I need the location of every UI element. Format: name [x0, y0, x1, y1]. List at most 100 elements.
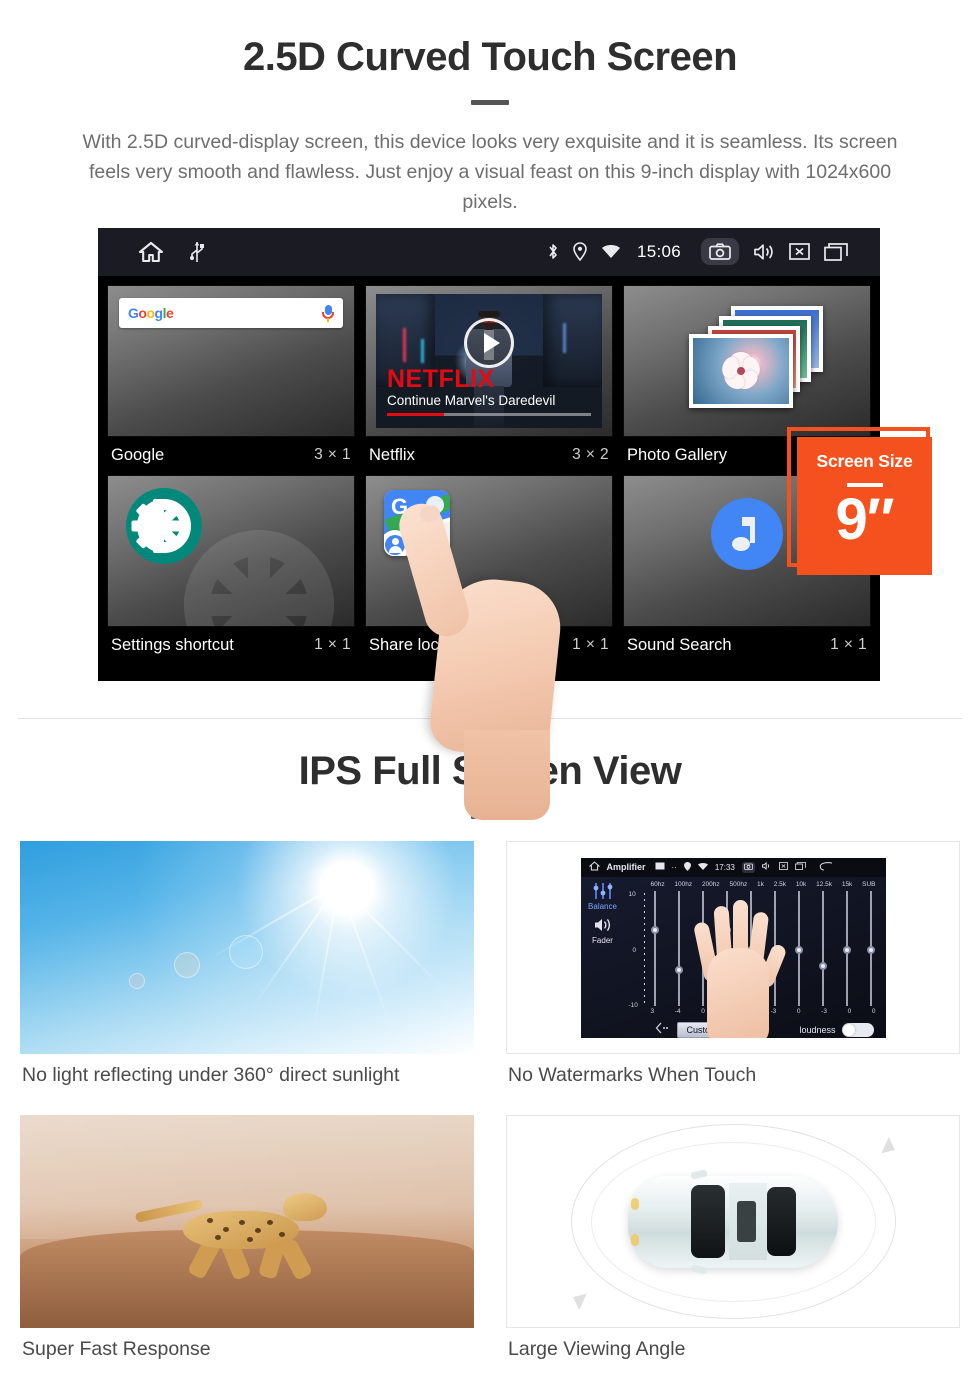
feature-card: Large Viewing Angle	[506, 1115, 960, 1375]
band-value: -4	[674, 1007, 681, 1015]
prev-preset-icon[interactable]	[655, 1021, 669, 1038]
camera-icon[interactable]	[741, 861, 755, 873]
amplifier-screen: Amplifier ·· 17:33 Balance Fader 60hz 10…	[580, 857, 886, 1038]
blue-sky-sun-image	[20, 841, 474, 1054]
volume-icon[interactable]	[753, 243, 775, 261]
netflix-widget[interactable]: NETFLIX Continue Marvel's Daredevil	[365, 284, 613, 437]
recents-icon[interactable]	[794, 862, 806, 872]
band-label: 10k	[795, 880, 807, 888]
section-title: IPS Full Screen View	[298, 749, 682, 793]
widget-size: 1 × 1	[830, 636, 867, 654]
page-title: 2.5D Curved Touch Screen	[242, 35, 738, 79]
cheetah-figure	[134, 1187, 347, 1282]
loudness-label: loudness	[799, 1024, 836, 1035]
widget-name: Google	[111, 445, 165, 464]
ips-full-screen-section: IPS Full Screen View No light reflecting…	[0, 748, 980, 1375]
home-icon[interactable]	[588, 861, 600, 873]
eq-slider[interactable]	[819, 890, 828, 1006]
tab-fader[interactable]: Fader	[581, 936, 625, 945]
amplifier-equalizer-screenshot: Amplifier ·· 17:33 Balance Fader 60hz 10…	[506, 841, 960, 1054]
play-button[interactable]	[464, 318, 514, 369]
eq-slider[interactable]	[867, 890, 876, 1006]
status-time: 15:06	[636, 241, 681, 261]
tab-balance[interactable]: Balance	[581, 902, 625, 911]
bluetooth-icon[interactable]	[547, 242, 559, 261]
widget-cell-settings[interactable]: Settings shortcut 1 × 1	[107, 474, 355, 665]
widget-caption: Share location 1 × 1	[365, 626, 613, 665]
settings-gear-icon[interactable]	[126, 487, 202, 564]
feature-caption: No light reflecting under 360° direct su…	[22, 1064, 400, 1086]
feature-card: Super Fast Response	[20, 1115, 474, 1375]
netflix-continue-title: Continue Marvel's Daredevil	[387, 392, 556, 408]
location-icon[interactable]	[683, 861, 691, 873]
widget-name: Share location	[369, 635, 475, 654]
microphone-icon[interactable]	[322, 304, 334, 322]
car-top-view-image	[506, 1115, 960, 1328]
speaker-icon[interactable]	[592, 918, 614, 935]
wifi-icon[interactable]	[601, 244, 621, 259]
band-label: 60hz	[650, 880, 665, 888]
feature-caption: Large Viewing Angle	[508, 1338, 686, 1360]
band-label: 12.5k	[816, 880, 833, 888]
band-value: -3	[821, 1007, 827, 1015]
google-logo: Google	[128, 304, 174, 321]
widget-cell-netflix[interactable]: NETFLIX Continue Marvel's Daredevil Netf…	[365, 284, 613, 475]
widget-name: Netflix	[369, 445, 415, 464]
widget-size: 3 × 1	[314, 446, 351, 464]
title-underline	[471, 814, 509, 819]
settings-shortcut-widget[interactable]	[107, 474, 355, 627]
android-screen: 15:06 Google Google 3 × 1 NETFLIX Contin…	[98, 227, 880, 681]
eq-slider[interactable]	[675, 890, 684, 1006]
widget-size: 1 × 1	[572, 636, 609, 654]
band-label: 500hz	[729, 880, 748, 888]
camera-icon[interactable]	[701, 238, 739, 266]
curved-touch-screen-section: 2.5D Curved Touch Screen With 2.5D curve…	[0, 0, 980, 820]
scale-min: -10	[628, 1001, 638, 1009]
feature-caption: Super Fast Response	[22, 1338, 211, 1360]
widget-name: Sound Search	[627, 635, 732, 654]
close-icon[interactable]	[789, 243, 810, 261]
share-location-widget[interactable]: G	[365, 474, 613, 627]
band-value: 3	[650, 1007, 655, 1015]
search-input[interactable]: Google	[119, 297, 343, 328]
widget-cell-share-location[interactable]: G Share location 1 × 1	[365, 474, 613, 665]
widget-cell-google[interactable]: Google Google 3 × 1	[107, 284, 355, 475]
wifi-icon[interactable]	[697, 862, 708, 872]
eq-slider[interactable]	[795, 890, 804, 1006]
band-value: 0	[871, 1007, 876, 1015]
eq-slider[interactable]	[651, 890, 660, 1006]
volume-icon[interactable]	[761, 862, 772, 872]
google-maps-share-location-icon[interactable]: G	[384, 489, 450, 556]
page-indicator[interactable]	[98, 670, 880, 674]
home-icon[interactable]	[138, 240, 164, 264]
location-icon[interactable]	[573, 242, 587, 262]
page-dot[interactable]	[450, 670, 470, 674]
feature-card: No light reflecting under 360° direct su…	[20, 841, 474, 1101]
widget-caption: Sound Search 1 × 1	[623, 626, 871, 665]
recents-icon[interactable]	[824, 242, 848, 261]
page-dot[interactable]	[479, 670, 499, 674]
sliders-icon[interactable]	[592, 882, 614, 901]
section-divider	[18, 718, 962, 719]
car-figure	[628, 1168, 838, 1275]
eq-slider[interactable]	[843, 890, 852, 1006]
band-label: SUB	[862, 880, 876, 888]
loudness-toggle[interactable]	[841, 1022, 874, 1037]
widget-size: 1 × 1	[314, 636, 351, 654]
usb-icon[interactable]	[190, 241, 204, 263]
back-icon[interactable]	[819, 861, 833, 873]
widget-grid: Google Google 3 × 1 NETFLIX Continue Mar…	[98, 276, 880, 665]
widget-name: Settings shortcut	[111, 635, 234, 654]
screen-size-value: 9″	[835, 486, 894, 552]
more-icon[interactable]: ··	[672, 863, 677, 872]
band-label: 100hz	[674, 880, 693, 888]
music-note-icon[interactable]	[711, 497, 783, 570]
gallery-icon[interactable]	[655, 862, 665, 872]
band-value: 0	[847, 1007, 852, 1015]
page-dot-active[interactable]	[508, 670, 528, 674]
equalizer-scale: 10 0 -10	[629, 891, 651, 1009]
photo-gallery-widget[interactable]	[623, 284, 871, 437]
close-icon[interactable]	[778, 862, 788, 872]
widget-name: Photo Gallery	[627, 445, 727, 464]
google-search-widget[interactable]: Google	[107, 284, 355, 437]
